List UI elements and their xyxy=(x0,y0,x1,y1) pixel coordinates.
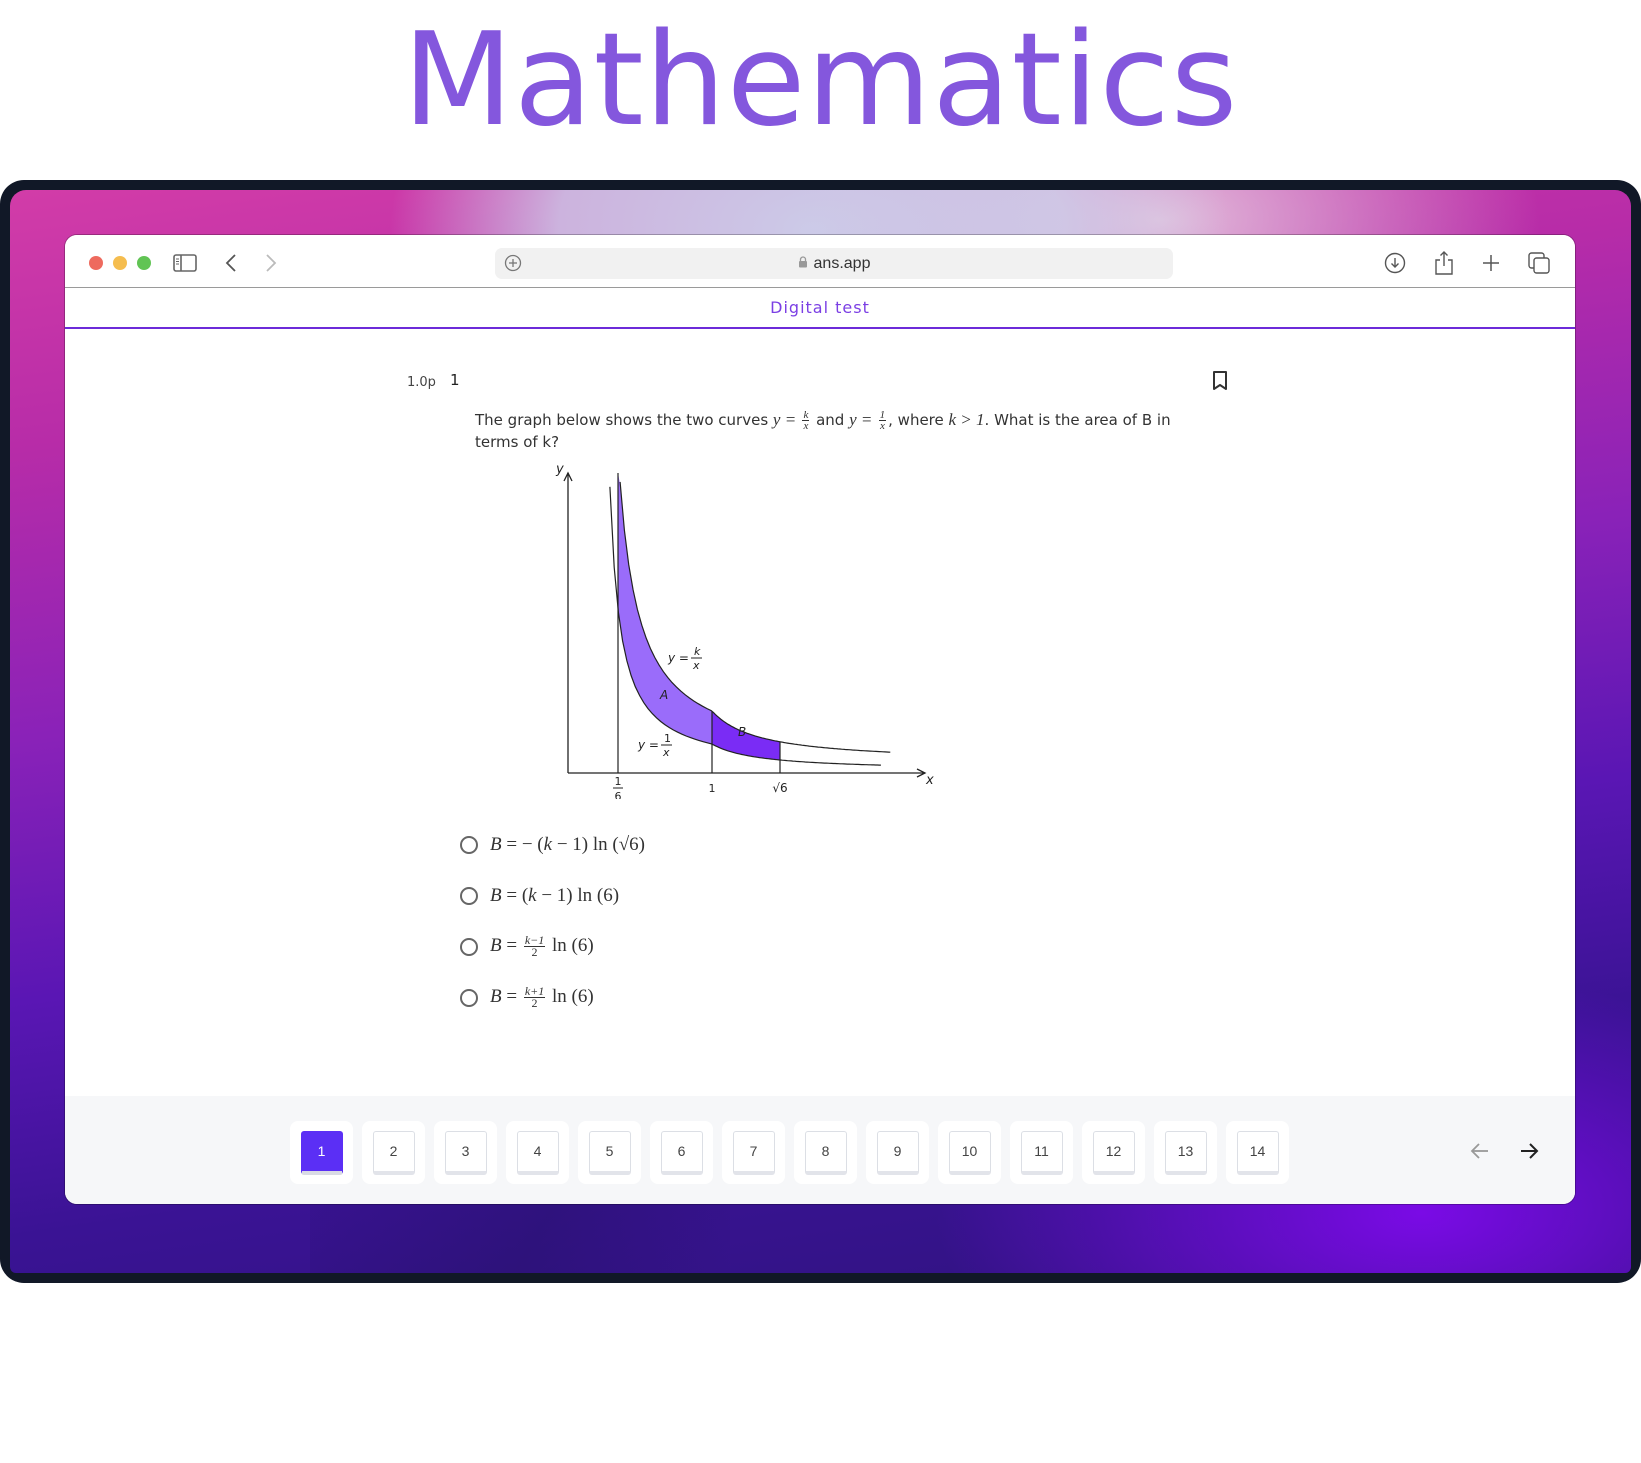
option-label: B = k−1 2 ln (6) xyxy=(490,933,594,960)
curve-1-over-x xyxy=(609,486,881,766)
browser-toolbar: ans.app xyxy=(65,235,1575,288)
option-label: B = (k − 1) ln (6) xyxy=(490,884,620,906)
back-icon[interactable] xyxy=(217,249,245,277)
page-button-wrapper: 3 xyxy=(434,1121,497,1184)
page-button[interactable]: 12 xyxy=(1092,1130,1135,1175)
page-button-wrapper: 7 xyxy=(722,1121,785,1184)
svg-text:y =: y = xyxy=(637,738,659,752)
download-icon[interactable] xyxy=(1381,249,1409,277)
page-button-wrapper: 11 xyxy=(1010,1121,1073,1184)
question-points: 1.0p xyxy=(407,375,436,390)
test-header: Digital test xyxy=(65,288,1575,329)
radio-button[interactable] xyxy=(460,886,478,905)
svg-text:k: k xyxy=(694,645,701,658)
answer-option[interactable]: B = (k − 1) ln (6) xyxy=(460,870,645,921)
page-button-wrapper: 9 xyxy=(866,1121,929,1184)
answer-option[interactable]: B = k+1 2 ln (6) xyxy=(460,972,645,1023)
page-button[interactable]: 1 xyxy=(300,1130,343,1175)
browser-window: ans.app Digital test 1.0p 1 The graph be… xyxy=(65,235,1575,1204)
tick-root-six: √6 xyxy=(772,781,787,795)
page-button[interactable]: 9 xyxy=(876,1130,919,1175)
option-label: B = − (k − 1) ln (√6) xyxy=(490,833,645,855)
area-graph: y x 1 6 1 √6 y = k x y = 1 x A B xyxy=(555,462,934,799)
page-button-wrapper: 10 xyxy=(938,1121,1001,1184)
page-buttons: 1 2 3 4 5 6 7 8 9 10 11 12 13 14 xyxy=(290,1121,1298,1184)
region-a-label: A xyxy=(659,688,668,702)
page-button[interactable]: 3 xyxy=(444,1130,487,1175)
share-icon[interactable] xyxy=(1430,249,1458,277)
page-button[interactable]: 8 xyxy=(804,1130,847,1175)
address-bar[interactable]: ans.app xyxy=(495,248,1173,279)
svg-text:x: x xyxy=(692,659,700,672)
curve-lower-label: y = 1 x xyxy=(637,732,672,759)
new-tab-plus-icon[interactable] xyxy=(1477,249,1505,277)
sidebar-icon[interactable] xyxy=(171,249,199,277)
url-text: ans.app xyxy=(813,255,871,272)
question-number: 1 xyxy=(450,371,460,389)
radio-button[interactable] xyxy=(460,937,478,956)
page-button[interactable]: 13 xyxy=(1164,1130,1207,1175)
curve-upper-label: y = k x xyxy=(667,645,702,672)
svg-text:1: 1 xyxy=(664,732,671,745)
tabs-overview-icon[interactable] xyxy=(1525,249,1553,277)
svg-text:y =: y = xyxy=(667,651,689,665)
radio-button[interactable] xyxy=(460,988,478,1007)
page-button-wrapper: 1 xyxy=(290,1121,353,1184)
minimize-window-button[interactable] xyxy=(113,256,127,270)
page-button[interactable]: 2 xyxy=(372,1130,415,1175)
x-axis-label: x xyxy=(925,773,934,788)
question-navigation: 1 2 3 4 5 6 7 8 9 10 11 12 13 14 xyxy=(65,1096,1575,1204)
page-button[interactable]: 11 xyxy=(1020,1130,1063,1175)
close-window-button[interactable] xyxy=(89,256,103,270)
page-button-wrapper: 8 xyxy=(794,1121,857,1184)
tick-one-sixth: 1 6 xyxy=(613,775,623,799)
svg-text:1: 1 xyxy=(615,775,622,788)
fraction-1-over-x: 1x xyxy=(878,409,887,432)
page-button-wrapper: 6 xyxy=(650,1121,713,1184)
page-button-wrapper: 4 xyxy=(506,1121,569,1184)
page-button-wrapper: 2 xyxy=(362,1121,425,1184)
page-button-wrapper: 5 xyxy=(578,1121,641,1184)
maximize-window-button[interactable] xyxy=(137,256,151,270)
page-button[interactable]: 10 xyxy=(948,1130,991,1175)
page-title: Mathematics xyxy=(402,6,1239,155)
bookmark-icon[interactable] xyxy=(1210,369,1230,393)
fraction-k-over-x: kx xyxy=(802,409,810,432)
answer-options: B = − (k − 1) ln (√6) B = (k − 1) ln (6)… xyxy=(460,819,645,1023)
page-button-wrapper: 12 xyxy=(1082,1121,1145,1184)
page-button[interactable]: 14 xyxy=(1236,1130,1279,1175)
forward-icon[interactable] xyxy=(257,249,285,277)
page-button[interactable]: 5 xyxy=(588,1130,631,1175)
question-panel: 1.0p 1 The graph below shows the two cur… xyxy=(65,329,1575,1094)
answer-option[interactable]: B = − (k − 1) ln (√6) xyxy=(460,819,645,870)
svg-text:6: 6 xyxy=(615,790,622,799)
svg-text:x: x xyxy=(662,746,670,759)
page-button-wrapper: 14 xyxy=(1226,1121,1289,1184)
tick-one: 1 xyxy=(709,782,716,795)
lock-icon xyxy=(798,248,808,279)
question-text: The graph below shows the two curves y =… xyxy=(475,409,1171,452)
next-arrow-icon[interactable] xyxy=(1517,1139,1541,1163)
answer-option[interactable]: B = k−1 2 ln (6) xyxy=(460,921,645,972)
page-button[interactable]: 6 xyxy=(660,1130,703,1175)
page-button[interactable]: 7 xyxy=(732,1130,775,1175)
page-button[interactable]: 4 xyxy=(516,1130,559,1175)
option-label: B = k+1 2 ln (6) xyxy=(490,984,594,1011)
y-axis-label: y xyxy=(555,462,564,477)
region-b-label: B xyxy=(738,725,746,739)
previous-arrow-icon[interactable] xyxy=(1468,1139,1492,1163)
page-button-wrapper: 13 xyxy=(1154,1121,1217,1184)
radio-button[interactable] xyxy=(460,835,478,854)
